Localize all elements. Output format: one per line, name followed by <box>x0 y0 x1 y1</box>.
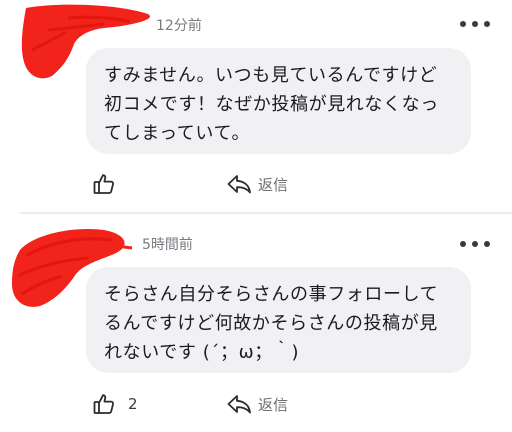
like-count: 2 <box>128 395 138 413</box>
comment-timestamp: 5時間前 <box>142 237 193 253</box>
comment-thread: 12分前 すみません。いつも見ているんですけど初コメです！なぜか投稿が見れなくな… <box>0 0 512 432</box>
comment-actions: 2 返信 <box>92 391 288 417</box>
comment-actions: 返信 <box>92 171 288 197</box>
more-horizontal-icon <box>460 241 466 247</box>
like-button[interactable]: 2 <box>92 392 226 416</box>
comment-timestamp: 12分前 <box>156 18 202 34</box>
more-horizontal-icon <box>460 21 466 27</box>
like-button[interactable] <box>92 172 226 196</box>
comment-body: そらさん自分そらさんの事フォローしてるんですけど何故かそらさんの投稿が見れないで… <box>86 267 471 373</box>
reply-label: 返信 <box>258 175 289 194</box>
reply-button[interactable]: 返信 <box>226 393 288 415</box>
comment-item: 5時間前 そらさん自分そらさんの事フォローしてるんですけど何故かそらさんの投稿が… <box>0 214 512 432</box>
reply-label: 返信 <box>258 395 289 414</box>
reply-button[interactable]: 返信 <box>226 173 288 195</box>
more-options-button[interactable] <box>460 14 490 34</box>
reply-arrow-icon <box>226 173 252 195</box>
comment-body: すみません。いつも見ているんですけど初コメです！なぜか投稿が見れなくなってしまっ… <box>86 48 471 154</box>
thumbs-up-icon <box>92 392 116 416</box>
comment-item: 12分前 すみません。いつも見ているんですけど初コメです！なぜか投稿が見れなくな… <box>0 0 512 212</box>
thumbs-up-icon <box>92 172 116 196</box>
more-options-button[interactable] <box>460 234 490 254</box>
reply-arrow-icon <box>226 393 252 415</box>
